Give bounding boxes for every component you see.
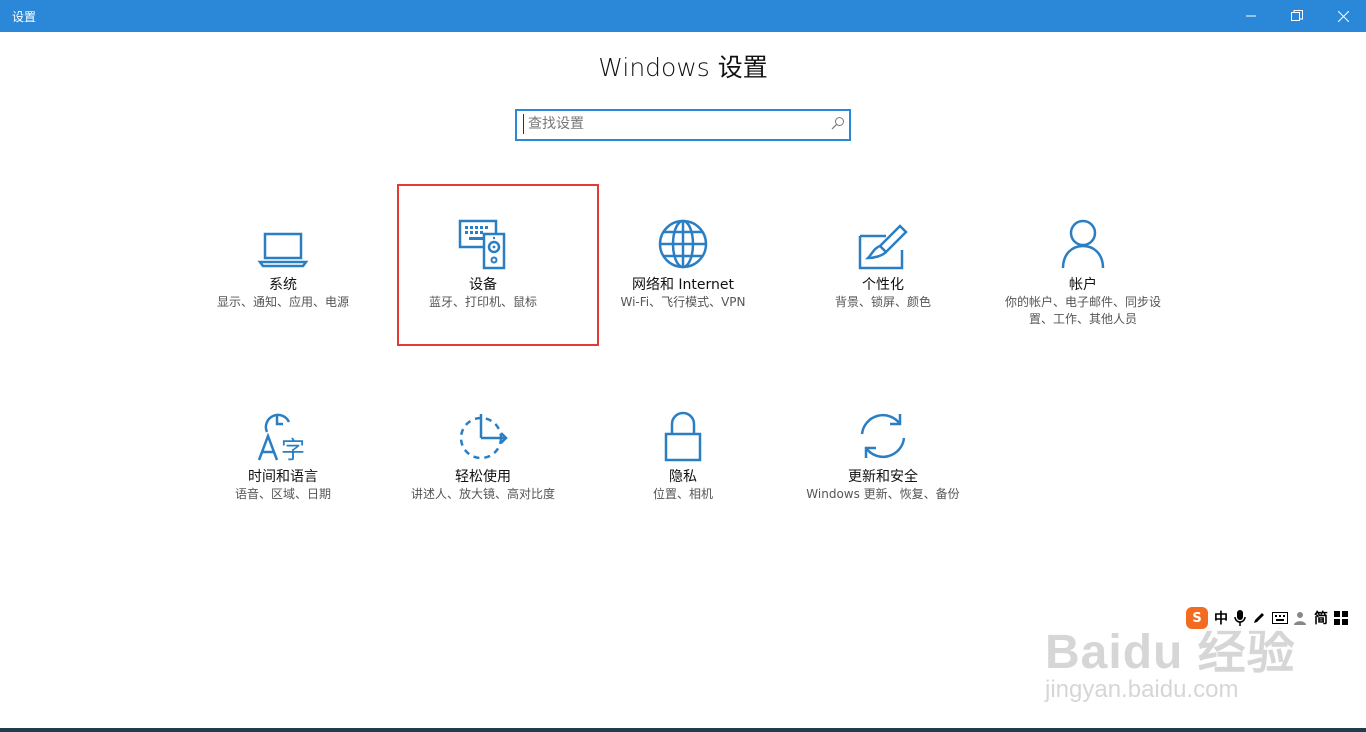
- tile-label: 个性化: [862, 277, 904, 293]
- tile-label: 时间和语言: [248, 469, 318, 485]
- tile-label: 设备: [469, 277, 497, 293]
- tile-description: Wi-Fi、飞行模式、VPN: [620, 295, 746, 309]
- tile-description: Windows 更新、恢复、备份: [806, 487, 960, 501]
- person-icon: [1061, 219, 1105, 269]
- ime-toolbar: S 中 简: [1182, 605, 1352, 631]
- window-title: 设置: [12, 10, 37, 24]
- search-input[interactable]: [523, 114, 818, 134]
- tile-network[interactable]: 网络和 Internet Wi-Fi、飞行模式、VPN: [588, 214, 778, 311]
- tile-devices[interactable]: 设备 蓝牙、打印机、鼠标: [388, 214, 578, 311]
- search-box[interactable]: [515, 109, 851, 141]
- pen-icon[interactable]: [1252, 611, 1266, 625]
- page-title: Windows 设置: [598, 53, 768, 82]
- sync-icon: [860, 413, 906, 459]
- tile-description: 语音、区域、日期: [234, 487, 331, 501]
- grid-menu-icon[interactable]: [1334, 611, 1348, 625]
- tile-label: 隐私: [669, 469, 697, 485]
- tile-label: 系统: [269, 277, 297, 293]
- tile-update-security[interactable]: 更新和安全 Windows 更新、恢复、备份: [788, 406, 978, 503]
- title-bar: 设置: [0, 0, 1366, 32]
- tile-description: 蓝牙、打印机、鼠标: [428, 295, 537, 309]
- tile-description: 显示、通知、应用、电源: [216, 295, 349, 309]
- tile-label: 网络和 Internet: [631, 277, 735, 293]
- laptop-icon: [257, 232, 309, 268]
- close-button[interactable]: [1320, 0, 1366, 32]
- svg-text:字: 字: [281, 436, 305, 462]
- tile-system[interactable]: 系统 显示、通知、应用、电源: [188, 214, 378, 311]
- lock-icon: [664, 411, 702, 462]
- ime-chinese-mode[interactable]: 中: [1214, 608, 1228, 628]
- ease-of-access-icon: [459, 414, 508, 460]
- tile-time-language[interactable]: 字 时间和语言 语音、区域、日期: [188, 406, 378, 503]
- tile-description: 你的帐户、电子邮件、同步设置、工作、其他人员: [1004, 295, 1161, 326]
- tile-label: 帐户: [1069, 277, 1097, 293]
- ime-logo-icon[interactable]: S: [1186, 607, 1208, 629]
- restore-button[interactable]: [1274, 0, 1320, 32]
- tile-personalization[interactable]: 个性化 背景、锁屏、颜色: [788, 214, 978, 311]
- tile-label: 更新和安全: [848, 469, 918, 485]
- minimize-button[interactable]: [1228, 0, 1274, 32]
- tile-label: 轻松使用: [455, 469, 511, 485]
- keyboard-icon[interactable]: [1272, 612, 1288, 624]
- ime-simplified-mode[interactable]: 简: [1314, 608, 1328, 628]
- restore-icon: [1291, 10, 1303, 21]
- microphone-icon[interactable]: [1234, 610, 1246, 626]
- tile-description: 讲述人、放大镜、高对比度: [410, 487, 555, 501]
- tile-privacy[interactable]: 隐私 位置、相机: [588, 406, 778, 503]
- tile-description: 背景、锁屏、颜色: [834, 295, 931, 309]
- tile-description: 位置、相机: [652, 487, 713, 501]
- devices-icon: [458, 219, 506, 270]
- personalization-icon: [858, 224, 908, 270]
- search-icon[interactable]: [831, 116, 845, 130]
- close-icon: [1337, 10, 1349, 22]
- time-language-icon: 字: [257, 413, 305, 462]
- globe-icon: [658, 219, 708, 269]
- tile-accounts[interactable]: 帐户 你的帐户、电子邮件、同步设置、工作、其他人员: [988, 214, 1178, 328]
- tile-ease-of-access[interactable]: 轻松使用 讲述人、放大镜、高对比度: [388, 406, 578, 503]
- user-icon[interactable]: [1294, 611, 1308, 625]
- minimize-icon: [1246, 15, 1256, 17]
- taskbar-edge: [0, 728, 1366, 732]
